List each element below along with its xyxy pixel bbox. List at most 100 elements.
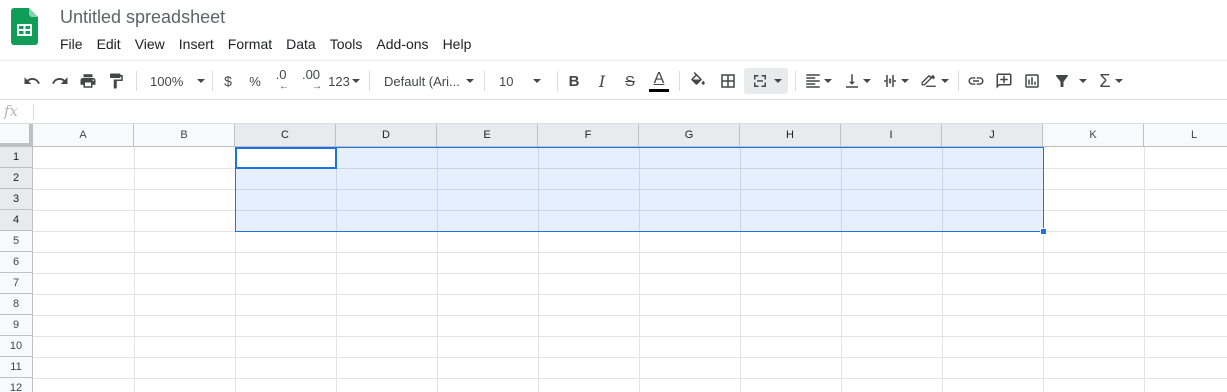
chevron-down-icon [824, 79, 832, 83]
fill-color-icon[interactable] [687, 61, 709, 101]
active-cell[interactable] [235, 147, 337, 169]
chevron-down-icon [351, 79, 360, 83]
text-color-button[interactable]: A [647, 61, 671, 101]
toolbar-divider [679, 71, 680, 91]
column-header-c[interactable]: C [235, 124, 336, 147]
spreadsheet-grid[interactable]: A B C D E F G H I J K L 1 2 3 4 5 6 7 8 9 10 11 12 [0, 124, 1227, 392]
increase-decimal-button[interactable]: .00 → [298, 61, 324, 101]
menu-tools[interactable]: Tools [323, 33, 370, 56]
font-select[interactable]: Default (Ari... [378, 61, 476, 101]
row-header-12[interactable]: 12 [0, 378, 33, 392]
menu-insert[interactable]: Insert [172, 33, 221, 56]
link-icon[interactable] [965, 61, 987, 101]
column-header-h[interactable]: H [740, 124, 841, 147]
column-header-k[interactable]: K [1043, 124, 1144, 147]
column-header-i[interactable]: I [841, 124, 942, 147]
comment-icon[interactable] [993, 61, 1015, 101]
row-gridline [33, 273, 1227, 274]
row-header-2[interactable]: 2 [0, 168, 33, 189]
paint-format-icon[interactable] [105, 61, 127, 101]
chevron-down-icon [1114, 79, 1123, 83]
chevron-down-icon [1079, 79, 1087, 83]
decrease-decimal-label: .0 [275, 67, 287, 82]
menu-add-ons[interactable]: Add-ons [369, 33, 435, 56]
borders-icon[interactable] [717, 61, 739, 101]
bold-button[interactable]: B [563, 61, 585, 101]
zoom-value: 100% [150, 73, 184, 89]
menu-data[interactable]: Data [279, 33, 323, 56]
row-header-3[interactable]: 3 [0, 189, 33, 210]
align-icon[interactable] [801, 61, 835, 101]
row-header-7[interactable]: 7 [0, 273, 33, 294]
selection-range[interactable] [235, 147, 1044, 232]
decrease-decimal-button[interactable]: .0 ← [270, 61, 292, 101]
select-all-corner[interactable] [0, 124, 33, 147]
italic-button[interactable]: I [591, 61, 613, 101]
chevron-down-icon [941, 79, 949, 83]
row-gridline [33, 294, 1227, 295]
row-header-11[interactable]: 11 [0, 357, 33, 378]
column-header-a[interactable]: A [33, 124, 134, 147]
column-header-j[interactable]: J [942, 124, 1043, 147]
chevron-down-icon [197, 79, 206, 83]
column-header-b[interactable]: B [134, 124, 235, 147]
title-bar: Untitled spreadsheet File Edit View Inse… [0, 0, 1227, 60]
toolbar-divider [795, 71, 796, 91]
row-header-10[interactable]: 10 [0, 336, 33, 357]
strikethrough-button[interactable]: S [619, 61, 641, 101]
menu-file[interactable]: File [53, 33, 90, 56]
percent-button[interactable]: % [245, 61, 265, 101]
text-color-swatch [649, 88, 669, 92]
row-gridline [33, 252, 1227, 253]
print-icon[interactable] [77, 61, 99, 101]
chevron-down-icon [533, 79, 542, 83]
row-header-5[interactable]: 5 [0, 231, 33, 252]
toolbar-divider [958, 71, 959, 91]
sigma-icon: Σ [1099, 70, 1111, 91]
chevron-down-icon [774, 79, 782, 83]
currency-button[interactable]: $ [218, 61, 238, 101]
row-header-8[interactable]: 8 [0, 294, 33, 315]
column-header-f[interactable]: F [538, 124, 639, 147]
document-title[interactable]: Untitled spreadsheet [60, 6, 225, 28]
chart-icon[interactable] [1021, 61, 1043, 101]
column-header-g[interactable]: G [639, 124, 740, 147]
formula-input[interactable] [40, 102, 1220, 122]
menu-view[interactable]: View [128, 33, 172, 56]
functions-icon[interactable]: Σ [1094, 61, 1128, 101]
row-header-9[interactable]: 9 [0, 315, 33, 336]
row-header-6[interactable]: 6 [0, 252, 33, 273]
menu-edit[interactable]: Edit [90, 33, 128, 56]
more-formats-label: 123 [328, 73, 350, 89]
undo-icon[interactable] [21, 61, 43, 101]
sheets-logo-icon[interactable] [11, 8, 38, 45]
chevron-down-icon [465, 79, 474, 83]
row-header-4[interactable]: 4 [0, 210, 33, 231]
column-header-d[interactable]: D [336, 124, 437, 147]
text-rotate-icon[interactable] [916, 61, 952, 101]
redo-icon[interactable] [49, 61, 71, 101]
toolbar-divider [369, 71, 370, 91]
more-formats-button[interactable]: 123 [327, 61, 361, 101]
font-size-select[interactable]: 10 [492, 61, 550, 101]
toolbar-divider [557, 71, 558, 91]
column-header-e[interactable]: E [437, 124, 538, 147]
toolbar-divider [136, 71, 137, 91]
row-gridline [33, 378, 1227, 379]
text-wrap-icon[interactable] [878, 61, 912, 101]
row-header-1[interactable]: 1 [0, 147, 33, 168]
column-header-l[interactable]: L [1144, 124, 1227, 147]
row-gridline [33, 357, 1227, 358]
filter-icon[interactable] [1050, 61, 1090, 101]
row-gridline [33, 336, 1227, 337]
menu-format[interactable]: Format [221, 33, 279, 56]
merge-cells-icon[interactable] [744, 68, 788, 94]
menu-help[interactable]: Help [436, 33, 479, 56]
formula-bar: fx [0, 100, 1227, 124]
increase-decimal-label: .00 [301, 67, 321, 82]
valign-icon[interactable] [840, 61, 874, 101]
zoom-select[interactable]: 100% [144, 61, 206, 101]
column-gridline [1144, 147, 1145, 392]
fill-handle[interactable] [1040, 228, 1047, 235]
fx-icon: fx [4, 102, 19, 120]
